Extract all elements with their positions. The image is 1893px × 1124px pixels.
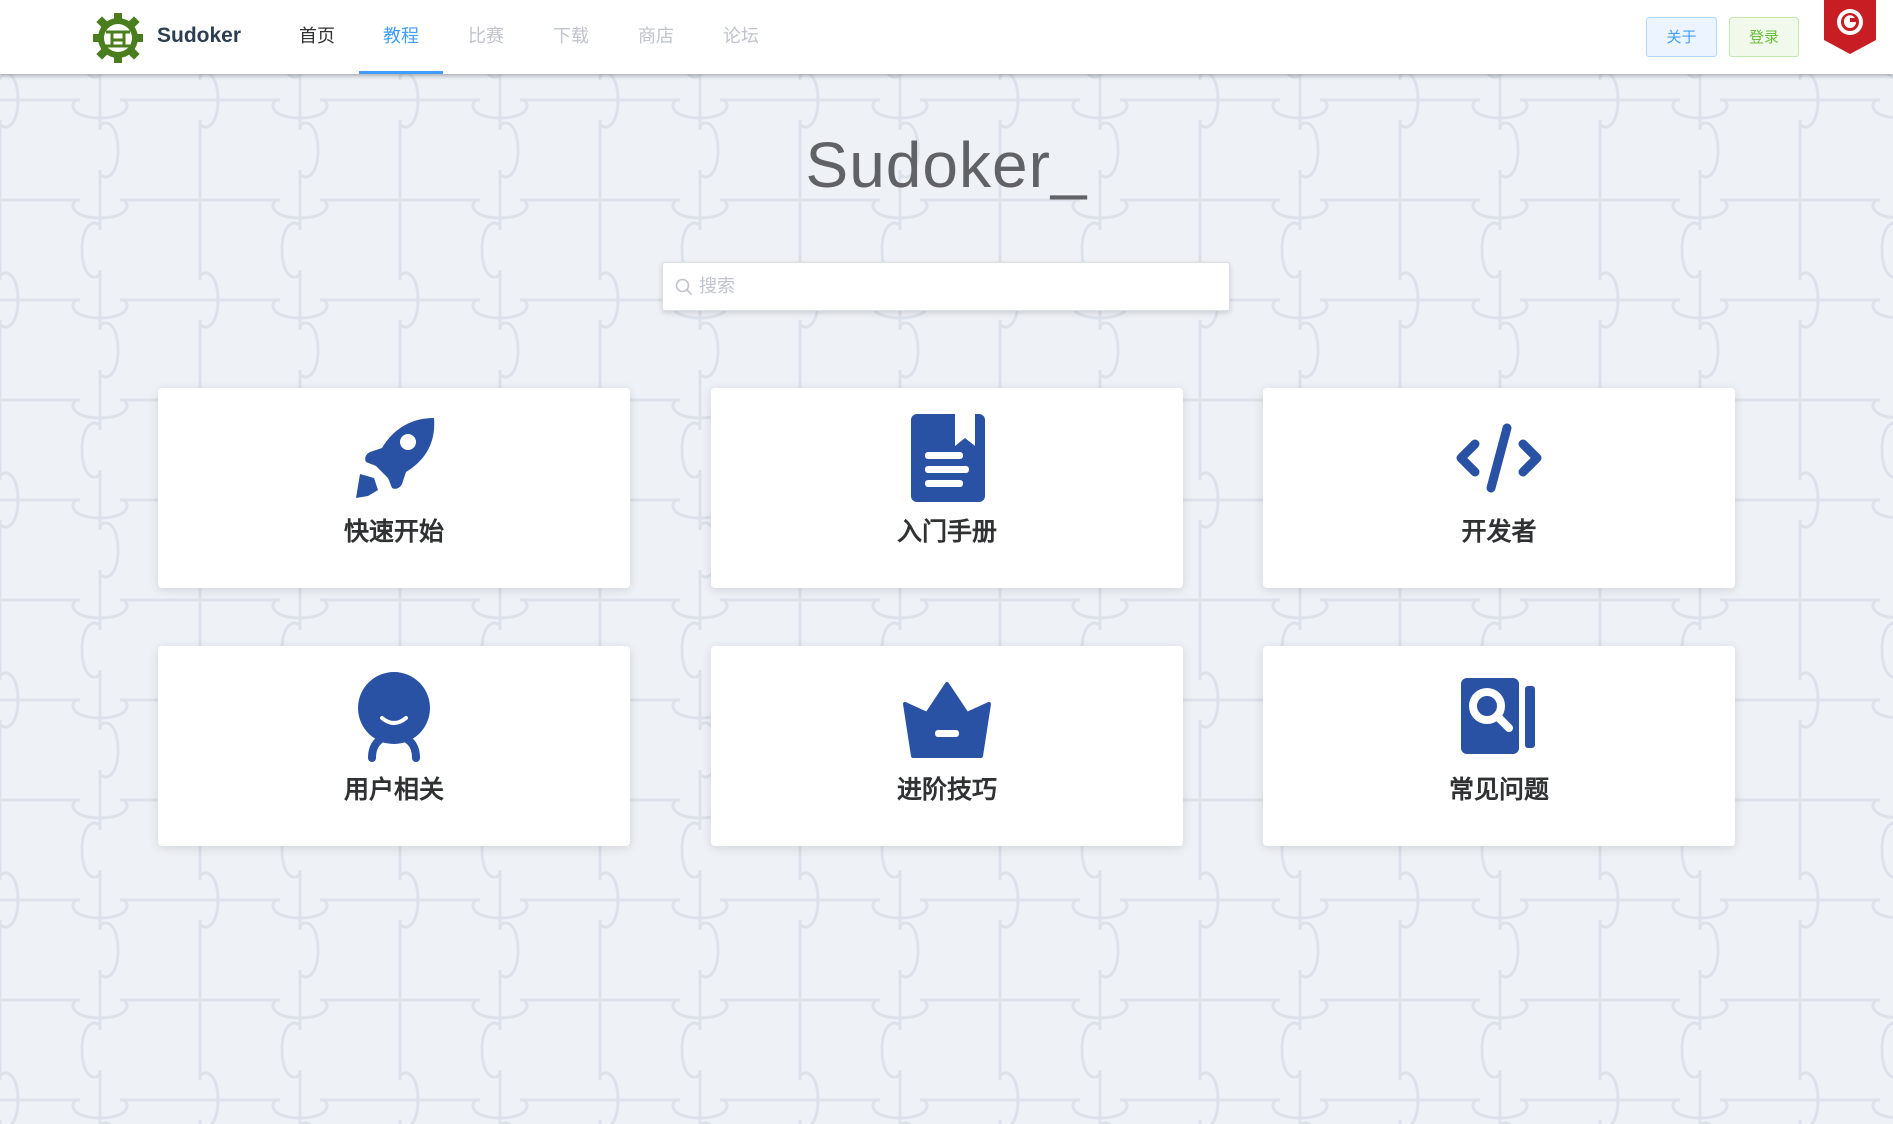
book-icon (911, 414, 985, 502)
card-label: 进阶技巧 (896, 775, 997, 804)
card-label: 开发者 (1461, 517, 1537, 546)
search-input[interactable] (699, 263, 1219, 310)
search-book-icon (1461, 678, 1535, 754)
sudoker-logo-icon[interactable] (92, 12, 144, 64)
brand-name[interactable]: Sudoker (157, 24, 241, 48)
gitee-icon[interactable] (1824, 0, 1876, 54)
nav-store[interactable]: 商店 (614, 0, 698, 74)
about-button[interactable]: 关于 (1646, 17, 1717, 57)
rocket-icon (356, 418, 435, 498)
card-label: 常见问题 (1448, 775, 1549, 804)
card-label: 用户相关 (343, 775, 444, 804)
nav-forum[interactable]: 论坛 (699, 0, 783, 74)
card-developer[interactable]: 开发者 (1263, 388, 1735, 588)
nav-tutorial[interactable]: 教程 (359, 0, 443, 74)
nav-home[interactable]: 首页 (275, 0, 359, 74)
top-navbar: Sudoker 首页 教程 比赛 下载 商店 论坛 关于 登录 (0, 0, 1893, 74)
user-icon (358, 672, 430, 762)
card-quick-start[interactable]: 快速开始 (158, 388, 630, 588)
card-label: 入门手册 (896, 517, 997, 546)
page-title: Sudoker_ (805, 129, 1088, 201)
card-faq[interactable]: 常见问题 (1263, 646, 1735, 846)
card-user[interactable]: 用户相关 (158, 646, 630, 846)
nav-contest[interactable]: 比赛 (444, 0, 528, 74)
search-icon (675, 278, 693, 296)
card-label: 快速开始 (343, 517, 444, 546)
login-button[interactable]: 登录 (1729, 17, 1799, 57)
nav-download[interactable]: 下载 (529, 0, 613, 74)
card-advanced[interactable]: 进阶技巧 (711, 646, 1183, 846)
crown-icon (903, 682, 991, 758)
card-handbook[interactable]: 入门手册 (711, 388, 1183, 588)
code-icon (1456, 423, 1542, 493)
search-box[interactable] (662, 262, 1230, 311)
